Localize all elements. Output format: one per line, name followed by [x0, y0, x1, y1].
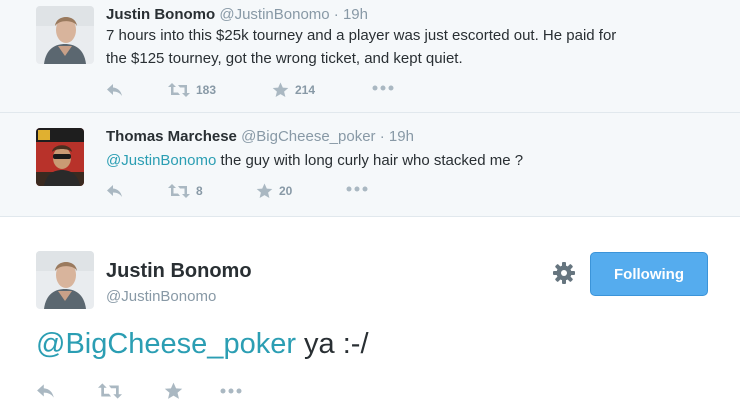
timestamp[interactable]: 19h [389, 128, 414, 145]
retweet-button[interactable]: 183 [168, 82, 216, 98]
tweet-text: @JustinBonomo the guy with long curly ha… [106, 149, 523, 172]
retweet-icon [98, 382, 122, 400]
conversation-context: Justin Bonomo @JustinBonomo · 19h 7 hour… [0, 0, 740, 217]
tweet-justin-bonomo[interactable]: Justin Bonomo @JustinBonomo · 19h 7 hour… [0, 0, 740, 113]
tweet-header: Thomas Marchese @BigCheese_poker · 19h [106, 128, 414, 145]
author-name[interactable]: Justin Bonomo [106, 260, 252, 283]
tweet-text-line: 7 hours into this $25k tourney and a pla… [106, 27, 617, 44]
favorite-count: 214 [295, 83, 316, 97]
tweet-text-body: the guy with long curly hair who stacked… [216, 152, 524, 169]
favorite-button[interactable] [164, 382, 183, 400]
tweet-actions: 183 214 [106, 82, 406, 102]
retweet-button[interactable]: 8 [168, 183, 203, 199]
retweet-button[interactable] [98, 382, 122, 400]
following-button[interactable]: Following [590, 252, 708, 296]
favorite-button[interactable]: 20 [256, 183, 292, 199]
favorite-button[interactable]: 214 [272, 82, 315, 98]
more-button[interactable] [220, 388, 242, 394]
tweet-text-line: the $125 tourney, got the wrong ticket, … [106, 50, 463, 67]
tweet-header: Justin Bonomo @JustinBonomo · 19h [106, 6, 368, 23]
user-actions-button[interactable] [553, 262, 575, 289]
star-icon [164, 382, 183, 400]
star-icon [272, 82, 289, 98]
gear-icon [553, 262, 575, 284]
tweet-actions [36, 382, 256, 402]
timestamp[interactable]: 19h [343, 6, 368, 23]
more-button[interactable] [372, 85, 394, 91]
retweet-count: 8 [196, 184, 203, 198]
avatar[interactable] [36, 251, 94, 309]
favorite-count: 20 [279, 184, 293, 198]
author-name[interactable]: Justin Bonomo [106, 6, 215, 23]
avatar[interactable] [36, 6, 94, 64]
author-handle[interactable]: @BigCheese_poker [241, 128, 375, 145]
mention-link[interactable]: @BigCheese_poker [36, 328, 296, 360]
tweet-thomas-marchese[interactable]: Thomas Marchese @BigCheese_poker · 19h @… [0, 113, 740, 217]
mention-link[interactable]: @JustinBonomo [106, 152, 216, 169]
reply-icon [36, 382, 56, 400]
tweet-text-body: ya :-/ [295, 328, 369, 360]
author-handle[interactable]: @JustinBonomo [219, 6, 329, 23]
separator: · [379, 128, 385, 145]
retweet-count: 183 [196, 83, 217, 97]
author-name[interactable]: Thomas Marchese [106, 128, 237, 145]
author-handle[interactable]: @JustinBonomo [106, 288, 216, 305]
tweet-text: 7 hours into this $25k tourney and a pla… [106, 24, 616, 70]
more-button[interactable] [346, 186, 368, 192]
separator: · [333, 6, 339, 23]
more-icon [346, 186, 368, 192]
retweet-icon [168, 183, 190, 199]
star-icon [256, 183, 273, 199]
more-icon [220, 388, 242, 394]
reply-button[interactable] [106, 82, 124, 98]
reply-button[interactable] [36, 382, 56, 400]
avatar[interactable] [36, 128, 84, 186]
reply-icon [106, 183, 124, 199]
more-icon [372, 85, 394, 91]
reply-button[interactable] [106, 183, 124, 199]
tweet-actions: 8 20 [106, 183, 386, 203]
reply-icon [106, 82, 124, 98]
retweet-icon [168, 82, 190, 98]
tweet-text: @BigCheese_poker ya :-/ [36, 328, 369, 361]
